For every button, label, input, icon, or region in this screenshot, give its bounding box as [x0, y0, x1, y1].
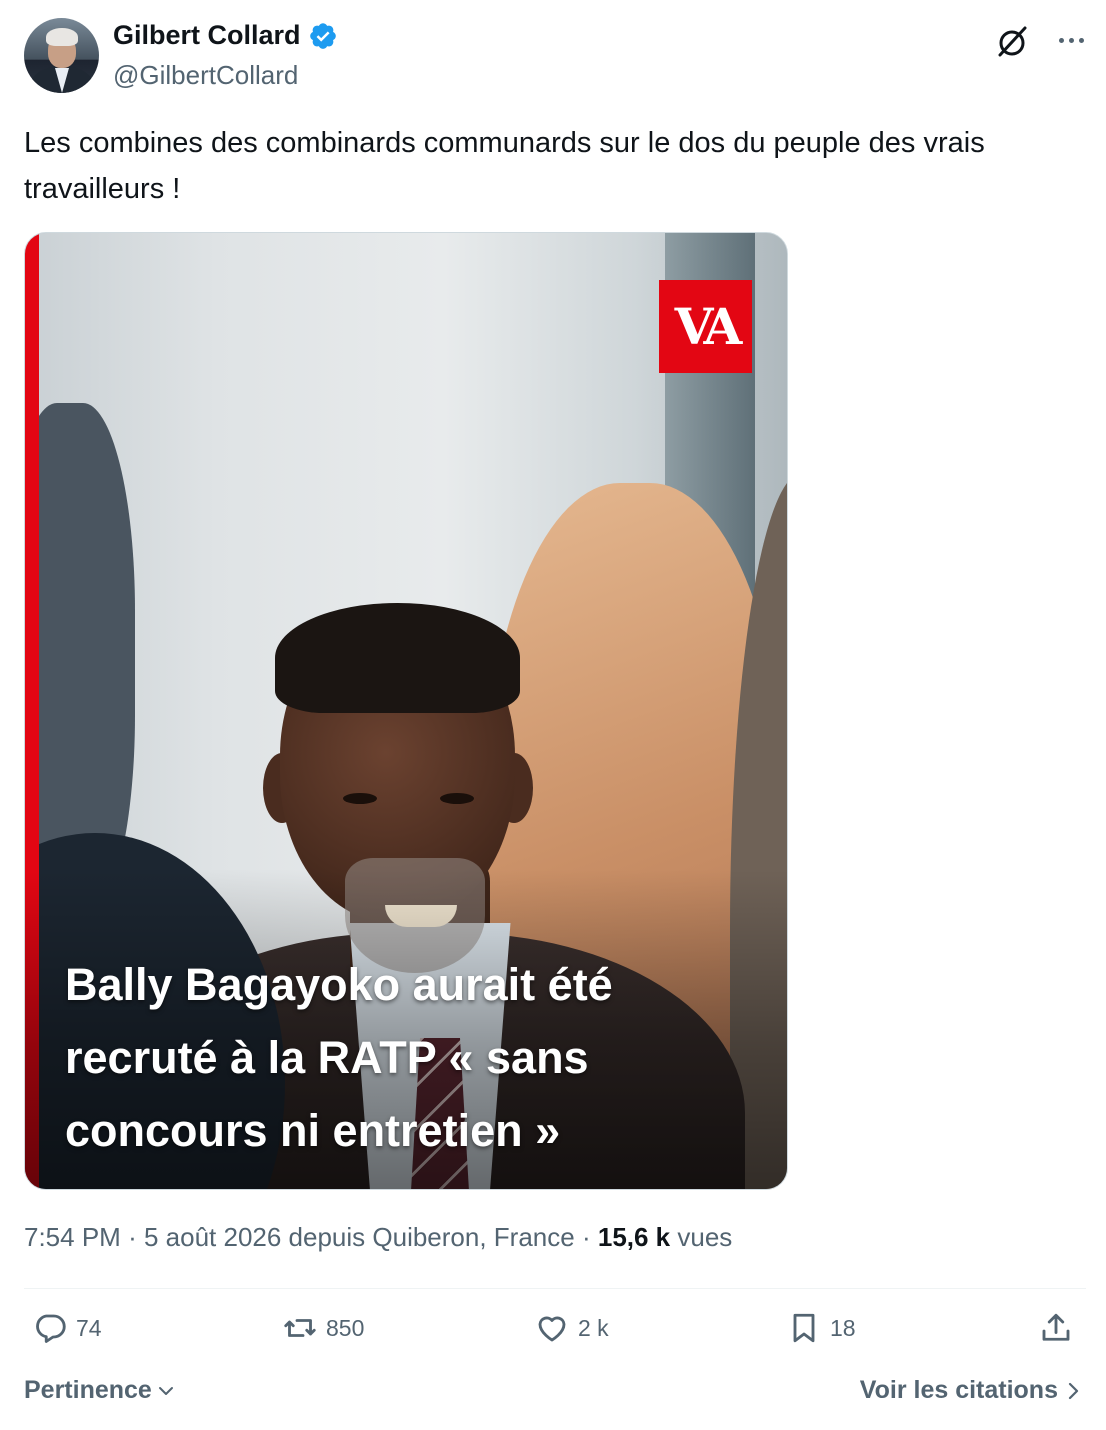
bookmark-count: 18: [830, 1314, 856, 1341]
author-handle[interactable]: @GilbertCollard: [113, 60, 298, 91]
media-image[interactable]: VA Bally Bagayoko aurait été recruté à l…: [24, 232, 788, 1190]
tweet-time[interactable]: 7:54 PM: [24, 1222, 121, 1252]
views-count: 15,6 k: [597, 1222, 671, 1252]
image-caption: Bally Bagayoko aurait été recruté à la R…: [65, 959, 613, 1156]
va-logo: VA: [659, 280, 752, 373]
share-icon: [1042, 1313, 1070, 1341]
bookmark-button[interactable]: 18: [786, 1310, 856, 1346]
chevron-right-icon: [1068, 1382, 1079, 1399]
sort-label: Pertinence: [24, 1376, 152, 1404]
grok-icon[interactable]: [994, 24, 1030, 60]
author-name-row: Gilbert Collard: [113, 20, 338, 51]
more-icon[interactable]: [1054, 30, 1088, 50]
tweet-meta: 7:54 PM · 5 août 2026 depuis Quiberon, F…: [24, 1222, 732, 1253]
like-count: 2 k: [578, 1314, 609, 1341]
quotes-label: Voir les citations: [859, 1376, 1058, 1404]
tweet-text: Les combines des combinards communards s…: [24, 127, 985, 205]
reply-count: 74: [76, 1314, 102, 1341]
tweet-header: Gilbert Collard @GilbertCollard: [24, 18, 1088, 98]
view-quotes-link[interactable]: Voir les citations: [860, 1376, 1082, 1405]
reply-button[interactable]: 74: [32, 1310, 102, 1346]
chevron-down-icon: [158, 1386, 173, 1395]
like-button[interactable]: 2 k: [534, 1310, 609, 1346]
retweet-count: 850: [326, 1314, 365, 1341]
tweet-date-location: 5 août 2026 depuis Quiberon, France: [143, 1222, 575, 1252]
meta-separator: ·: [581, 1222, 591, 1252]
reply-icon: [36, 1314, 66, 1343]
action-bar: 74 850 2 k 18: [24, 1310, 1086, 1360]
verified-badge-icon: [309, 22, 336, 49]
views-label: vues: [677, 1222, 733, 1252]
retweet-icon: [284, 1319, 316, 1337]
like-icon: [538, 1316, 566, 1342]
retweet-button[interactable]: 850: [282, 1310, 364, 1346]
bookmark-icon: [793, 1313, 815, 1343]
avatar[interactable]: [24, 18, 99, 93]
divider: [24, 1288, 1086, 1289]
replies-footer: Pertinence Voir les citations: [24, 1376, 1082, 1412]
meta-separator: ·: [128, 1222, 137, 1252]
share-button[interactable]: [1038, 1310, 1074, 1346]
sort-dropdown[interactable]: Pertinence: [24, 1376, 176, 1405]
author-name[interactable]: Gilbert Collard: [113, 20, 301, 51]
